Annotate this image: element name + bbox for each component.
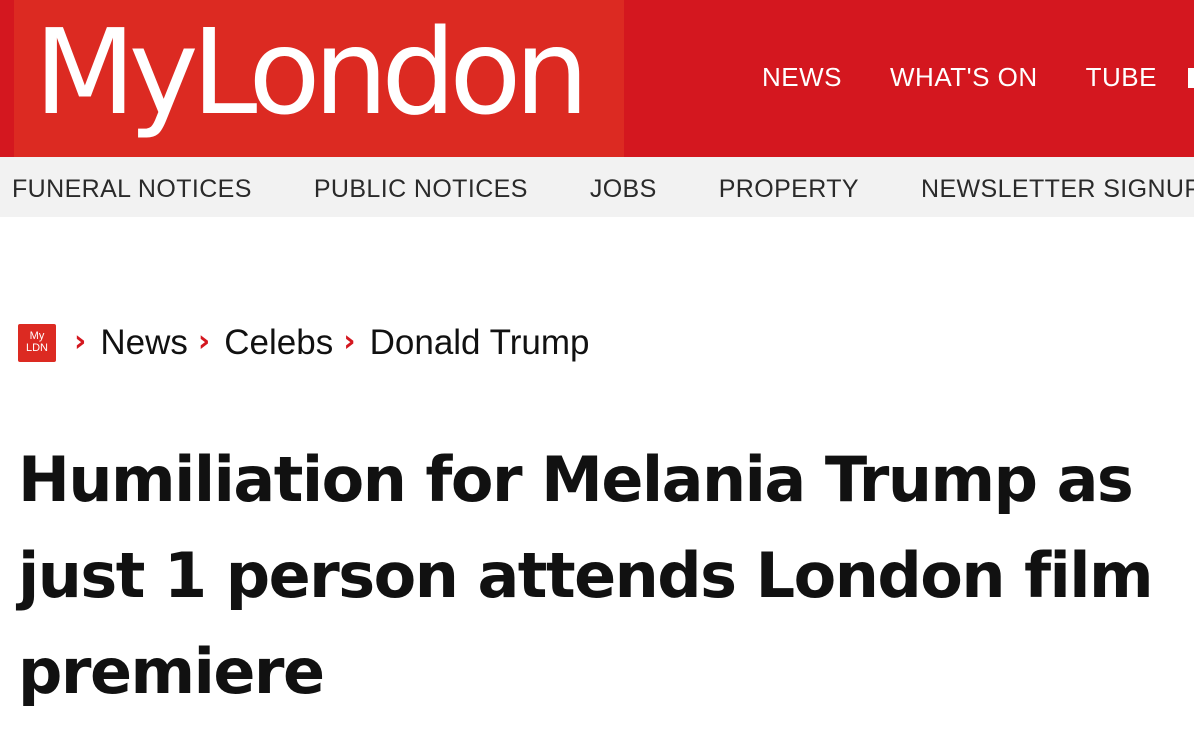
breadcrumb-logo-line1: My [29, 330, 45, 342]
nav-item-whats-on[interactable]: WHAT'S ON [890, 62, 1038, 93]
logo-london: London [191, 3, 590, 141]
breadcrumb-home-logo[interactable]: My LDN [18, 324, 56, 362]
breadcrumb-donald-trump[interactable]: Donald Trump [370, 323, 590, 363]
nav-item-tube[interactable]: TUBE [1086, 62, 1157, 93]
site-logo[interactable]: MyLondon [14, 0, 624, 157]
subnav-item-funeral-notices[interactable]: FUNERAL NOTICES [12, 175, 252, 204]
logo-my: My [34, 3, 199, 141]
site-logo-text: MyLondon [34, 0, 590, 151]
breadcrumb-celebs[interactable]: Celebs [224, 323, 333, 363]
chevron-right-icon: › [197, 323, 211, 359]
chevron-right-icon: › [74, 323, 87, 359]
article-headline: Humiliation for Melania Trump as just 1 … [18, 443, 1154, 708]
breadcrumb: My LDN › News › Celebs › Donald Trump [18, 322, 589, 364]
subnav-item-property[interactable]: PROPERTY [719, 175, 859, 204]
chevron-right-icon: › [343, 323, 356, 359]
subnav-item-newsletter-signup[interactable]: NEWSLETTER SIGNUP [921, 175, 1194, 204]
subnav-item-public-notices[interactable]: PUBLIC NOTICES [314, 175, 528, 204]
breadcrumb-logo-line2: LDN [25, 342, 48, 354]
breadcrumb-news[interactable]: News [100, 323, 188, 363]
primary-nav: NEWS WHAT'S ON TUBE [762, 62, 1194, 93]
nav-item-truncated[interactable] [1188, 68, 1194, 88]
secondary-nav: FUNERAL NOTICES PUBLIC NOTICES JOBS PROP… [0, 157, 1194, 217]
subnav-item-jobs[interactable]: JOBS [590, 175, 657, 204]
nav-item-news[interactable]: NEWS [762, 62, 842, 93]
site-header: MyLondon NEWS WHAT'S ON TUBE [0, 0, 1194, 157]
